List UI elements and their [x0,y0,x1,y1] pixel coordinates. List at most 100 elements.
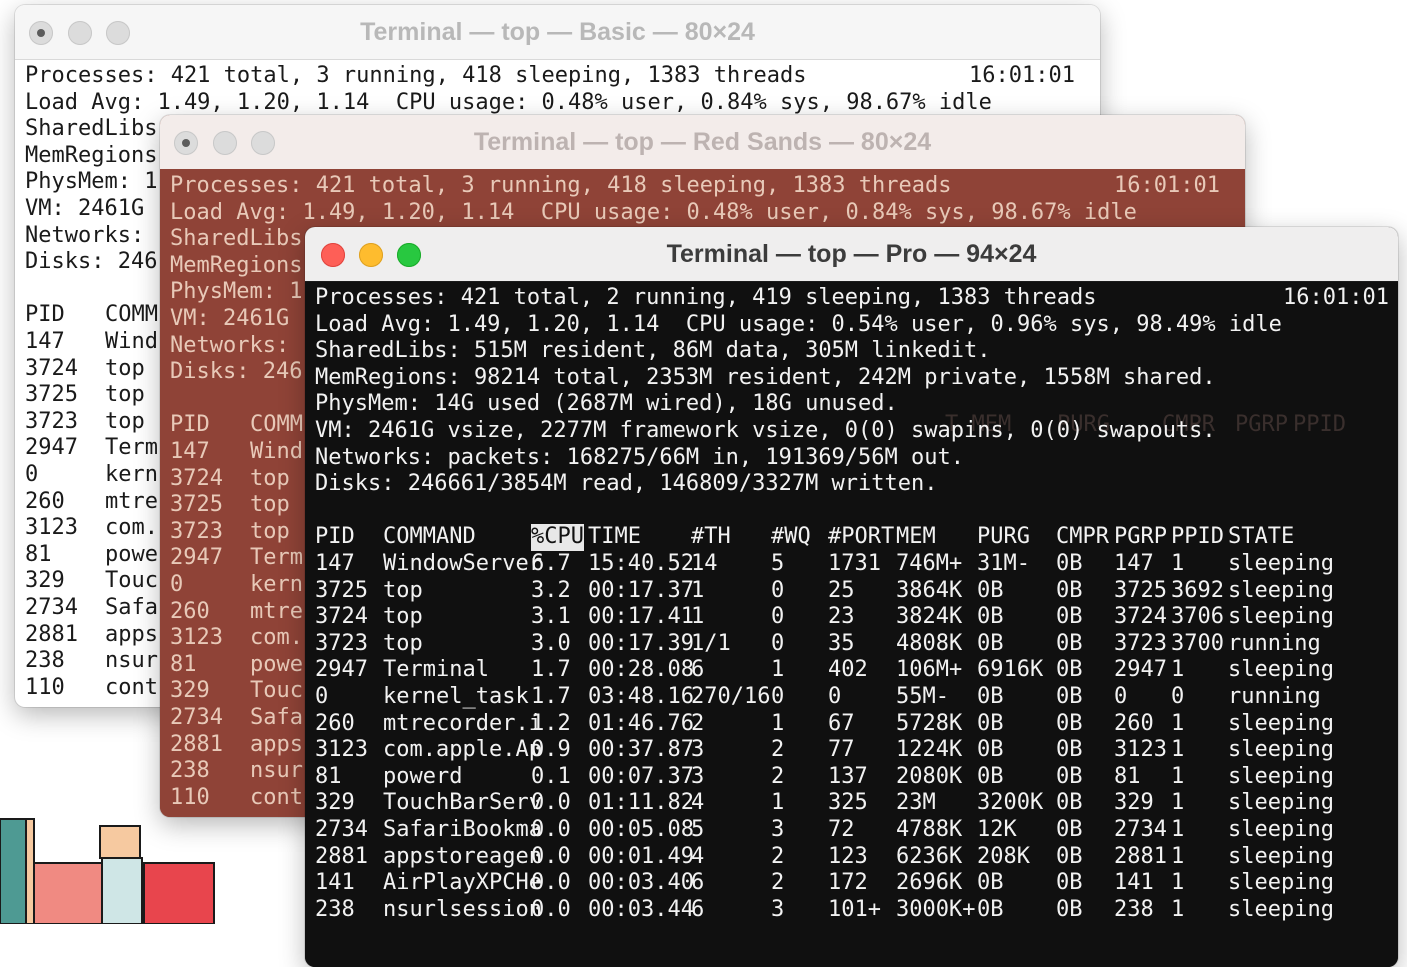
cell-state: sleeping [1228,710,1334,736]
clock: 16:01:01 [969,63,1075,88]
window-title: Terminal — top — Red Sands — 80×24 [473,128,932,156]
cell-th: 4 [691,790,705,816]
cell-command: kernel_task [383,684,529,709]
cell-cpu: 0.9 [531,737,571,763]
cell-command: cont [250,784,303,810]
column-header-command: COMM [105,302,158,328]
cell-command: nsur [250,758,303,784]
red-block [143,862,215,924]
cell-th: 1/1 [691,630,731,656]
terminal-window-pro[interactable]: Terminal — top — Pro — 94×24 T MEM PURG … [305,227,1398,967]
cell-command: top [105,355,145,381]
cell-pid: 329 [315,790,355,816]
cell-th: 1 [691,604,705,630]
cell-mem: 3000K+ [896,896,976,922]
column-header-mem: MEM [896,524,936,550]
terminal-content[interactable]: T MEM PURG CMPR PGRP PPID Processes: 421… [305,281,1398,967]
cell-mem: 55M- [896,684,949,709]
cell-pid: 3725 [25,382,78,408]
header-line: Processes: 421 total, 2 running, 419 sle… [315,285,1097,310]
title-bar[interactable]: Terminal — top — Red Sands — 80×24 [160,115,1245,170]
cell-cmpr: 0B [1056,684,1083,709]
teal-block [0,818,27,924]
cell-pid: 2734 [170,705,223,730]
cell-command: mtre [105,488,158,514]
cell-pid: 2947 [170,545,223,571]
cell-pgrp: 147 [1114,551,1154,576]
header-line: PhysMem: 14G used (2687M wired), 18G unu… [315,391,898,417]
peach-strip [25,818,35,924]
cell-pid: 260 [315,710,355,736]
column-header-command: COMMAND [383,524,476,550]
cell-mem: 3864K [896,577,963,603]
cell-ppid: 1 [1171,817,1185,842]
cell-purg: 0B [977,763,1004,789]
cell-time: 00:17.37 [588,577,694,603]
ghost-text: PPID [1293,412,1346,437]
cell-command: mtrecorder.i [383,710,542,736]
cell-pid: 260 [25,488,65,514]
cell-command: kern [105,462,158,487]
cell-mem: 3824K [896,604,963,630]
cell-command: top [383,630,423,656]
cell-purg: 0B [977,684,1004,709]
header-line: Load Avg: 1.49, 1.20, 1.14 CPU usage: 0.… [25,89,992,115]
column-header-pid: PID [25,302,65,328]
cell-pid: 2734 [315,817,368,842]
cell-pid: 81 [315,763,342,789]
cell-pid: 0 [25,462,39,487]
cell-port: 25 [828,577,855,603]
title-bar[interactable]: Terminal — top — Pro — 94×24 [305,227,1398,282]
clock: 16:01:01 [1283,285,1389,310]
cell-port: 23 [828,604,855,630]
cell-purg: 3200K [977,790,1044,816]
cell-wq: 2 [771,870,785,896]
cell-purg: 0B [977,870,1004,896]
cell-purg: 0B [977,896,1004,922]
cell-purg: 208K [977,843,1030,869]
cell-port: 72 [828,817,855,842]
cell-mem: 4808K [896,630,963,656]
header-line: PhysMem: 1 [25,169,158,195]
cell-state: sleeping [1228,551,1334,576]
cell-port: 402 [828,657,868,683]
column-header-pid: PID [315,524,355,550]
cell-cmpr: 0B [1056,604,1083,630]
cell-purg: 0B [977,710,1004,736]
cell-command: powe [105,541,158,567]
column-header-ppid: PPID [1171,524,1224,550]
header-line: SharedLibs [25,116,158,142]
cell-purg: 31M- [977,551,1030,576]
cell-time: 00:01.49 [588,843,694,869]
cell-pid: 141 [315,870,355,896]
cell-pid: 0 [170,572,184,597]
cell-cpu: 3.2 [531,577,571,603]
column-header-command: COMM [250,412,303,438]
title-bar[interactable]: Terminal — top — Basic — 80×24 [15,5,1100,60]
cell-pid: 110 [170,784,210,810]
cell-command: top [250,492,290,518]
cell-command: apps [105,621,158,647]
cell-pid: 110 [25,674,65,700]
cell-ppid: 1 [1171,657,1185,683]
cell-state: sleeping [1228,790,1334,816]
header-line: SharedLibs: 515M resident, 86M data, 305… [315,338,991,364]
cell-ppid: 1 [1171,551,1185,576]
cell-wq: 2 [771,763,785,789]
cell-ppid: 1 [1171,763,1185,789]
cell-purg: 0B [977,630,1004,656]
cell-pid: 2734 [25,595,78,620]
cell-command: Terminal [383,657,489,683]
cell-pid: 3123 [315,737,368,763]
cell-pgrp: 3724 [1114,604,1167,630]
cell-command: Touc [105,568,158,594]
cell-cmpr: 0B [1056,551,1083,576]
cell-state: sleeping [1228,817,1334,842]
cell-command: WindowServer [383,551,542,576]
cell-ppid: 0 [1171,684,1185,709]
cell-mem: 6236K [896,843,963,869]
column-header-time: TIME [588,524,641,550]
cell-command: AirPlayXPCHe [383,870,542,896]
cell-cmpr: 0B [1056,790,1083,816]
cell-wq: 3 [771,817,785,842]
